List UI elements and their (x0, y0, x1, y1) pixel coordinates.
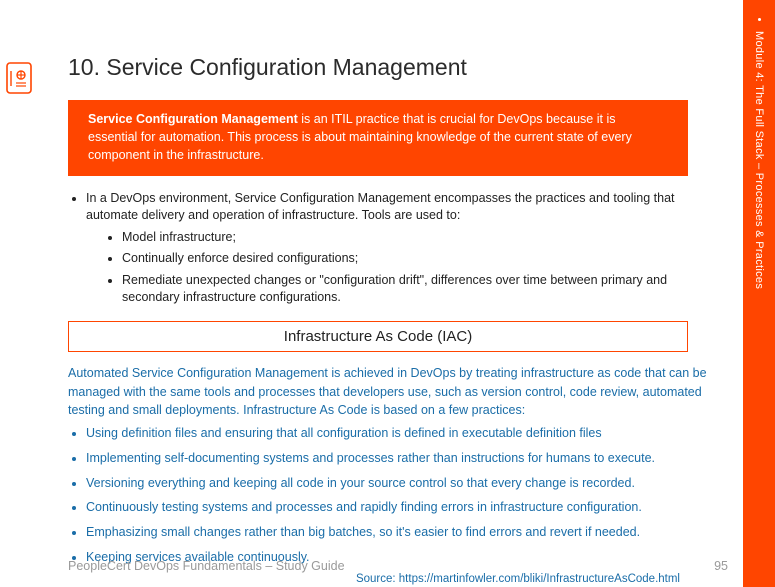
source-citation: Source: https://martinfowler.com/bliki/I… (68, 573, 708, 585)
sub-bullet: Remediate unexpected changes or "configu… (122, 272, 708, 307)
definition-callout: Service Configuration Management is an I… (68, 100, 688, 176)
sub-bullet: Continually enforce desired configuratio… (122, 250, 708, 268)
slide-footer: PeopleCert DevOps Fundamentals – Study G… (68, 559, 728, 573)
blue-bullet: Versioning everything and keeping all co… (86, 474, 708, 493)
content-area: 10. Service Configuration Management Ser… (68, 54, 708, 585)
book-icon (6, 62, 32, 94)
blue-intro: Automated Service Configuration Manageme… (68, 364, 708, 420)
sub-bullet: Model infrastructure; (122, 229, 708, 247)
body-section: In a DevOps environment, Service Configu… (68, 190, 708, 307)
intro-bullet-text: In a DevOps environment, Service Configu… (86, 191, 675, 223)
iac-description: Automated Service Configuration Manageme… (68, 364, 708, 567)
blue-bullet: Emphasizing small changes rather than bi… (86, 523, 708, 542)
iac-heading-box: Infrastructure As Code (IAC) (68, 321, 688, 352)
page-title: 10. Service Configuration Management (68, 54, 708, 82)
sidebar-right: Module 4: The Full Stack – Processes & P… (743, 0, 775, 587)
blue-bullet: Using definition files and ensuring that… (86, 424, 708, 443)
blue-bullet: Continuously testing systems and process… (86, 498, 708, 517)
sidebar-dot-icon (758, 18, 761, 21)
footer-title: PeopleCert DevOps Fundamentals – Study G… (68, 559, 345, 573)
module-label: Module 4: The Full Stack – Processes & P… (753, 31, 765, 289)
page-number: 95 (714, 559, 728, 573)
callout-term: Service Configuration Management (88, 112, 298, 126)
slide: Module 4: The Full Stack – Processes & P… (0, 0, 775, 587)
intro-bullet: In a DevOps environment, Service Configu… (86, 190, 708, 307)
blue-bullet: Implementing self-documenting systems an… (86, 449, 708, 468)
